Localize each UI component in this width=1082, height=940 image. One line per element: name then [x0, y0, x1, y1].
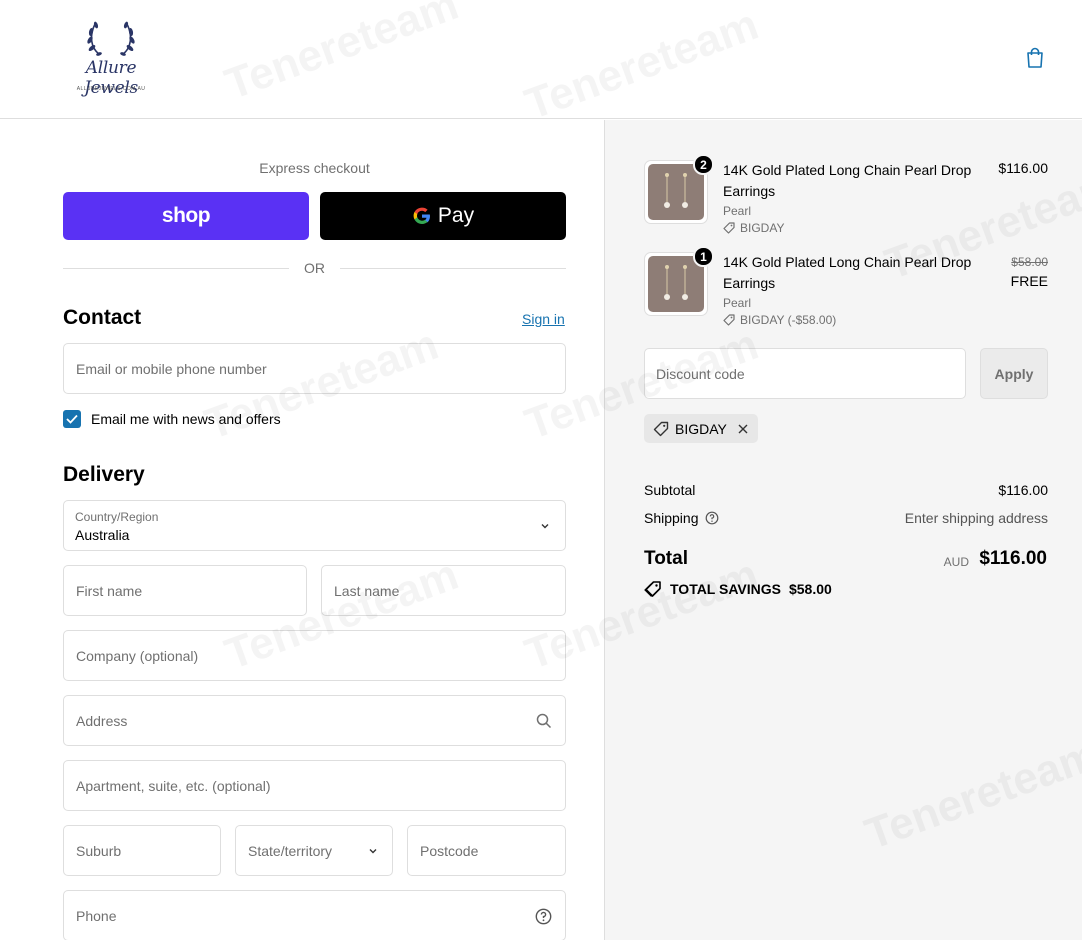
chevron-down-icon — [369, 849, 377, 854]
tag-icon — [723, 222, 735, 234]
applied-discount-code: BIGDAY — [675, 420, 727, 437]
item-price: $116.00 — [998, 160, 1048, 176]
google-g-icon — [413, 207, 430, 224]
logo-subtext: ALLUREJEWELS.COM.AU — [76, 86, 146, 92]
savings-tag-icon — [644, 581, 661, 597]
close-icon — [738, 424, 748, 433]
total-value: $116.00 — [979, 548, 1047, 569]
company-wrapper — [63, 630, 566, 681]
discount-code-field[interactable] — [656, 365, 954, 382]
state-select[interactable]: State/territory — [235, 825, 393, 876]
store-logo[interactable]: Allure Jewels ALLUREJEWELS.COM.AU — [63, 18, 159, 98]
phone-wrapper — [63, 890, 566, 940]
apartment-field[interactable] — [76, 777, 553, 794]
company-field[interactable] — [76, 647, 553, 664]
postcode-field[interactable] — [420, 842, 553, 859]
item-discount: BIGDAY — [723, 221, 784, 235]
first-name-field[interactable] — [76, 582, 294, 599]
subtotal-row: Subtotal $116.00 — [644, 482, 1048, 502]
shipping-value: Enter shipping address — [904, 510, 1048, 526]
postcode-wrapper — [407, 825, 566, 876]
apply-button[interactable]: Apply — [980, 348, 1048, 399]
item-title: 14K Gold Plated Long Chain Pearl Drop Ea… — [723, 254, 972, 291]
sign-in-link[interactable]: Sign in — [522, 311, 565, 327]
discount-field-wrapper — [644, 348, 966, 399]
savings-label: TOTAL SAVINGS — [670, 581, 781, 597]
subtotal-label: Subtotal — [644, 482, 696, 498]
savings-value: $58.00 — [788, 581, 832, 597]
item-discount: BIGDAY (-$58.00) — [723, 313, 836, 327]
address-field[interactable] — [76, 712, 553, 729]
item-original-price: $58.00 — [1011, 255, 1048, 269]
shipping-label: Shipping — [644, 510, 699, 526]
cart-item: 1 14K Gold Plated Long Chain Pearl Drop … — [644, 246, 1048, 332]
shipping-row: Shipping Enter shipping address — [644, 510, 1048, 530]
email-field[interactable] — [76, 360, 553, 377]
item-price: FREE — [1010, 273, 1048, 289]
cart-item: 2 14K Gold Plated Long Chain Pearl Drop … — [644, 154, 1048, 240]
shop-pay-button[interactable]: shop — [63, 192, 309, 240]
shopping-bag-icon — [1027, 47, 1043, 68]
order-summary: 2 14K Gold Plated Long Chain Pearl Drop … — [604, 120, 1082, 940]
last-name-field[interactable] — [334, 582, 553, 599]
item-discount-code: BIGDAY (-$58.00) — [740, 313, 837, 327]
item-variant: Pearl — [723, 204, 752, 218]
delivery-title: Delivery — [63, 463, 145, 486]
suburb-wrapper — [63, 825, 221, 876]
header: Allure Jewels ALLUREJEWELS.COM.AU — [0, 0, 1082, 119]
subtotal-value: $116.00 — [998, 482, 1048, 498]
last-name-wrapper — [321, 565, 566, 616]
checkmark-icon — [66, 414, 78, 424]
search-icon[interactable] — [536, 713, 552, 729]
shop-pay-label: shop — [161, 204, 211, 227]
apartment-wrapper — [63, 760, 566, 811]
contact-title: Contact — [63, 306, 142, 329]
tag-icon — [653, 421, 669, 436]
address-wrapper — [63, 695, 566, 746]
newsletter-checkbox[interactable] — [63, 410, 81, 428]
item-variant: Pearl — [723, 296, 752, 310]
total-currency: AUD — [943, 555, 969, 569]
phone-field[interactable] — [76, 907, 553, 924]
or-divider: OR — [63, 260, 566, 276]
remove-discount-button[interactable] — [737, 423, 749, 435]
country-label: Country/Region — [75, 510, 159, 524]
newsletter-label: Email me with news and offers — [91, 411, 281, 427]
express-checkout-label: Express checkout — [259, 160, 370, 176]
suburb-field[interactable] — [76, 842, 208, 859]
google-pay-label: Pay — [437, 204, 475, 227]
first-name-wrapper — [63, 565, 307, 616]
help-icon[interactable] — [535, 908, 552, 925]
state-placeholder: State/territory — [248, 842, 333, 859]
country-value: Australia — [75, 527, 130, 543]
quantity-badge: 1 — [693, 246, 714, 267]
shipping-label-group: Shipping — [644, 510, 719, 526]
checkout-form: Express checkout shop Pay OR Contact Sig… — [0, 120, 604, 940]
divider-line — [340, 268, 566, 269]
applied-discount-chip: BIGDAY — [644, 414, 758, 443]
total-label: Total — [644, 548, 688, 569]
newsletter-row: Email me with news and offers — [63, 410, 281, 428]
email-field-wrapper — [63, 343, 566, 394]
help-icon[interactable] — [705, 511, 719, 525]
country-select[interactable]: Country/Region Australia — [63, 500, 566, 551]
google-pay-button[interactable]: Pay — [320, 192, 566, 240]
quantity-badge: 2 — [693, 154, 714, 175]
logo-text: Allure Jewels — [84, 58, 138, 98]
tag-icon — [723, 314, 735, 326]
item-discount-code: BIGDAY — [740, 221, 785, 235]
total-savings: TOTAL SAVINGS $58.00 — [644, 580, 832, 598]
cart-button[interactable] — [1022, 45, 1048, 71]
chevron-down-icon — [541, 524, 549, 529]
laurel-wreath-icon — [87, 21, 135, 56]
item-title: 14K Gold Plated Long Chain Pearl Drop Ea… — [723, 162, 972, 199]
